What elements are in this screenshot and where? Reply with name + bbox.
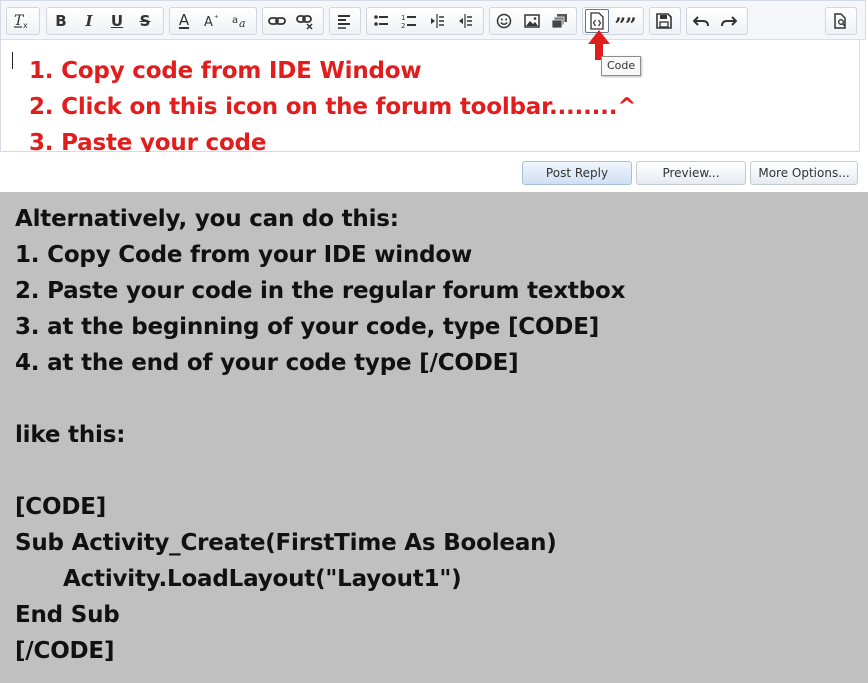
numbered-list-button[interactable]: 12: [397, 9, 421, 33]
bold-icon: B: [55, 12, 67, 30]
media-button[interactable]: [548, 9, 572, 33]
strikethrough-button[interactable]: S: [133, 9, 157, 33]
text-cursor: [12, 52, 13, 69]
image-icon: [524, 14, 540, 28]
code-example-sub: Sub Activity_Create(FirstTime As Boolean…: [15, 530, 557, 556]
instruction-line-4: 3. at the beginning of your code, type […: [15, 314, 600, 340]
font-family-button[interactable]: aa: [228, 9, 252, 33]
instruction-line-2: 1. Copy Code from your IDE window: [15, 242, 473, 268]
svg-text:a: a: [232, 15, 238, 26]
outdent-icon: [459, 14, 472, 28]
instruction-line-5: 4. at the end of your code type [/CODE]: [15, 350, 519, 376]
toolbar-group-insert: [489, 7, 577, 35]
media-icon: [551, 14, 567, 29]
indent-button[interactable]: [425, 9, 449, 33]
italic-button[interactable]: I: [77, 9, 101, 33]
svg-text:⁺: ⁺: [214, 14, 219, 24]
bullet-list-button[interactable]: [369, 9, 393, 33]
bullet-list-icon: [374, 15, 388, 26]
toolbar-group-lists: 12: [366, 7, 484, 35]
instruction-line-3: 2. Paste your code in the regular forum …: [15, 278, 626, 304]
toolbar-group-text-style: B I U S: [46, 7, 164, 35]
quote-button[interactable]: ””: [613, 9, 637, 37]
svg-text:A: A: [204, 15, 213, 30]
redo-icon: [721, 16, 737, 27]
link-icon: [268, 17, 286, 25]
toolbar-group-align: [329, 7, 361, 35]
more-options-button[interactable]: More Options...: [750, 161, 858, 185]
code-icon: [590, 12, 604, 30]
unlink-button[interactable]: [293, 9, 317, 33]
undo-icon: [693, 16, 709, 27]
preview-toggle-button[interactable]: [828, 9, 852, 33]
svg-text:2: 2: [401, 22, 405, 29]
code-tooltip: Code: [601, 56, 642, 76]
save-draft-icon: [656, 13, 672, 29]
underline-icon: U: [110, 12, 124, 30]
toolbar-group-mode: [825, 7, 857, 35]
strikethrough-icon: S: [139, 12, 151, 30]
undo-button[interactable]: [689, 9, 713, 33]
link-button[interactable]: [265, 9, 289, 33]
code-example-end: End Sub: [15, 602, 120, 628]
preview-button[interactable]: Preview...: [636, 161, 746, 185]
image-button[interactable]: [520, 9, 544, 33]
indent-icon: [431, 14, 444, 28]
smilies-button[interactable]: [492, 9, 516, 33]
code-example-open: [CODE]: [15, 494, 107, 520]
toolbar-group-save: [649, 7, 681, 35]
code-example-close: [/CODE]: [15, 638, 115, 664]
instruction-line-6: like this:: [15, 422, 126, 448]
remove-format-icon[interactable]: Tx: [9, 9, 33, 33]
font-size-icon: A ⁺: [204, 14, 219, 30]
italic-icon: I: [85, 12, 93, 30]
font-color-icon: A: [178, 11, 190, 29]
toolbar-group-history: [686, 7, 748, 35]
quote-icon: ””: [614, 13, 636, 37]
numbered-list-icon: 12: [401, 14, 416, 29]
align-button[interactable]: [332, 9, 356, 33]
font-size-button[interactable]: A ⁺: [200, 9, 224, 33]
instruction-line-1: Alternatively, you can do this:: [15, 206, 399, 232]
svg-text:x: x: [23, 21, 28, 30]
font-family-icon: aa: [232, 15, 246, 30]
svg-text:a: a: [239, 17, 246, 30]
bold-button[interactable]: B: [49, 9, 73, 33]
font-color-button[interactable]: A: [172, 9, 196, 33]
underline-button[interactable]: U: [105, 9, 129, 33]
reply-actions: Post Reply Preview... More Options...: [0, 152, 868, 192]
toolbar-group-link: [262, 7, 324, 35]
toolbar-group-clear: Tx: [6, 7, 40, 35]
smilies-icon: [496, 13, 512, 29]
svg-text:1: 1: [401, 14, 405, 22]
preview-toggle-icon: [834, 13, 846, 29]
post-reply-button[interactable]: Post Reply: [522, 161, 632, 185]
code-example-body: Activity.LoadLayout("Layout1"): [63, 566, 462, 592]
unlink-icon: [296, 15, 313, 30]
outdent-button[interactable]: [453, 9, 477, 33]
align-icon: [338, 15, 350, 29]
editor-line-1: 1. Copy code from IDE Window: [29, 58, 422, 84]
toolbar-group-font: A A ⁺ aa: [169, 7, 257, 35]
editor-toolbar: Tx B I U S A A ⁺ aa 12 ””: [0, 0, 866, 40]
save-draft-button[interactable]: [652, 9, 676, 33]
redo-button[interactable]: [717, 9, 741, 33]
editor-line-2: 2. Click on this icon on the forum toolb…: [29, 94, 637, 120]
